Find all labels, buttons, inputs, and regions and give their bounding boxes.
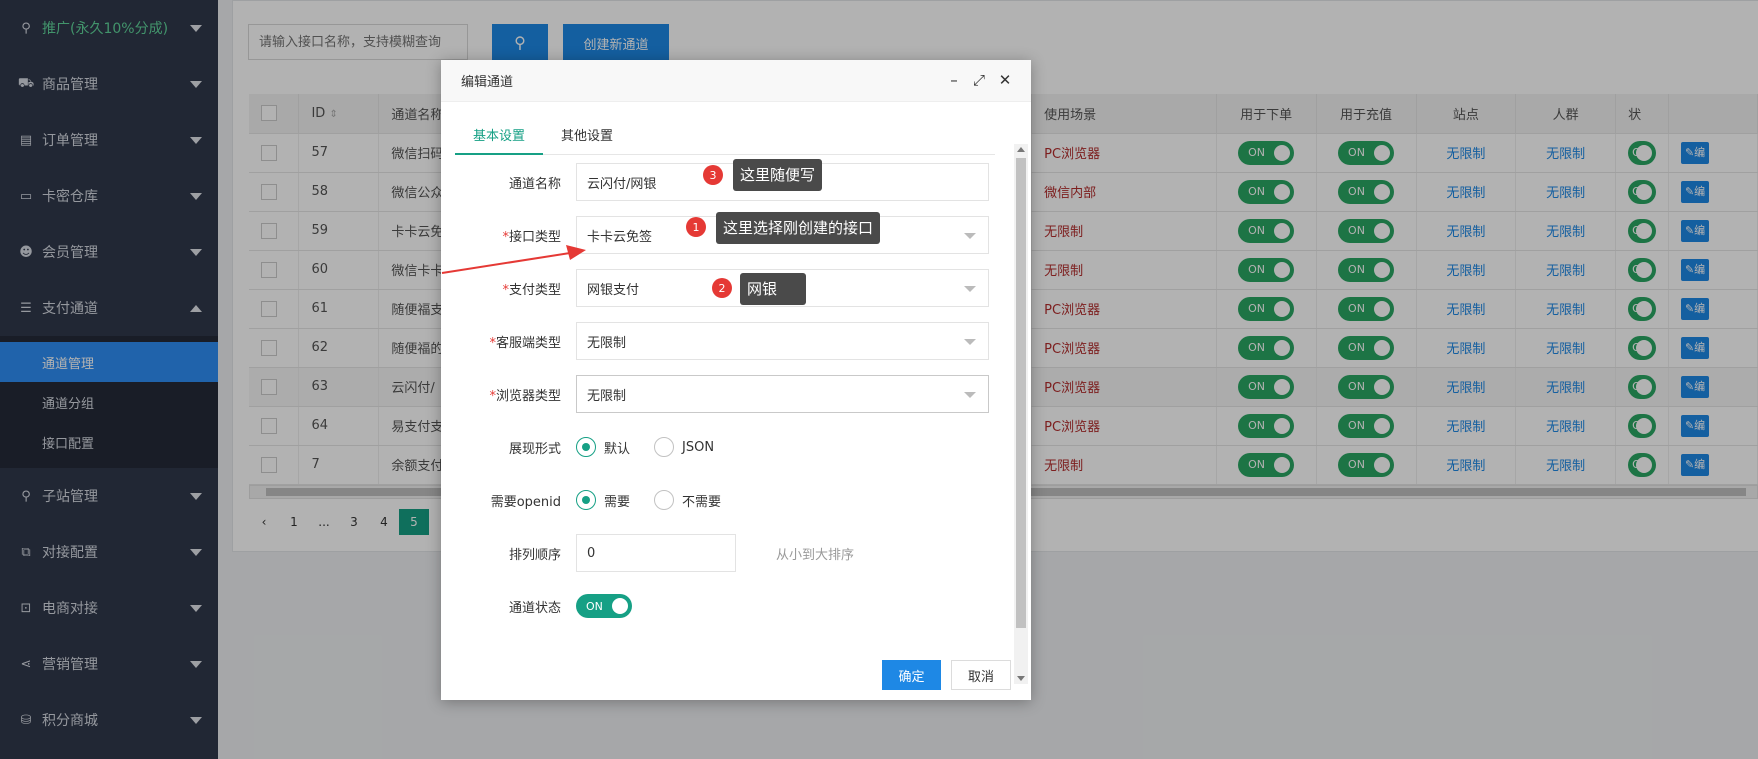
- chevron-down-icon: [964, 339, 976, 345]
- annotation-arrow: [441, 245, 586, 274]
- arrow-line: [441, 252, 571, 274]
- chevron-down-icon: [964, 233, 976, 239]
- form-row-browser-type: *浏览器类型 无限制: [441, 375, 1031, 413]
- maximize-icon[interactable]: ⤢: [971, 71, 987, 89]
- annotation-number-1: 1: [686, 217, 706, 237]
- field-label: 需要openid: [490, 494, 561, 510]
- browser-type-select[interactable]: 无限制: [576, 375, 989, 413]
- form-row-display: 展现形式 默认 JSON: [441, 428, 1031, 466]
- minimize-icon[interactable]: –: [946, 71, 962, 89]
- client-type-select[interactable]: 无限制: [576, 322, 989, 360]
- field-label: 排列顺序: [508, 547, 561, 563]
- sort-order-input[interactable]: 0: [576, 534, 736, 572]
- field-label: 展现形式: [508, 441, 561, 457]
- form-row-openid: 需要openid 需要 不需要: [441, 481, 1031, 519]
- annotation-tip-2: 网银: [740, 273, 806, 305]
- display-default-radio[interactable]: 默认: [576, 437, 630, 457]
- dialog-body: 基本设置 其他设置 通道名称 云闪付/网银 *接口类型 卡卡云免签 *支付类型 …: [441, 102, 1031, 700]
- scroll-down-icon[interactable]: [1017, 676, 1025, 681]
- annotation-number-3: 3: [703, 165, 723, 185]
- openid-no-need-radio[interactable]: 不需要: [654, 490, 721, 510]
- vertical-scrollbar[interactable]: [1014, 144, 1028, 684]
- form-row-status: 通道状态 ON: [441, 587, 1031, 625]
- dialog-title: 编辑通道: [461, 75, 514, 90]
- openid-need-radio[interactable]: 需要: [576, 490, 630, 510]
- field-label: *支付类型: [502, 282, 561, 298]
- scrollbar-thumb[interactable]: [1016, 158, 1026, 628]
- field-label: *浏览器类型: [489, 388, 561, 404]
- tab-other-settings[interactable]: 其他设置: [543, 124, 631, 155]
- display-json-radio[interactable]: JSON: [654, 437, 714, 457]
- dialog-header: 编辑通道 – ⤢ ✕: [441, 60, 1031, 102]
- field-label: *客服端类型: [489, 335, 561, 351]
- scroll-up-icon[interactable]: [1017, 147, 1025, 152]
- tab-basic-settings[interactable]: 基本设置: [455, 124, 544, 155]
- annotation-tip-1: 这里选择刚创建的接口: [716, 212, 881, 244]
- close-icon[interactable]: ✕: [997, 71, 1013, 89]
- confirm-button[interactable]: 确定: [882, 660, 941, 690]
- field-label: 通道名称: [508, 176, 561, 192]
- sort-order-hint: 从小到大排序: [776, 547, 855, 563]
- form-row-order: 排列顺序 0 从小到大排序: [441, 534, 1031, 572]
- channel-status-toggle[interactable]: ON: [576, 594, 632, 618]
- annotation-tip-3: 这里随便写: [733, 159, 823, 191]
- annotation-number-2: 2: [712, 278, 732, 298]
- edit-channel-dialog: 编辑通道 – ⤢ ✕ 基本设置 其他设置 通道名称 云闪付/网银 *接口类型 卡…: [441, 60, 1031, 700]
- form-row-client-type: *客服端类型 无限制: [441, 322, 1031, 360]
- chevron-down-icon: [964, 392, 976, 398]
- cancel-button[interactable]: 取消: [951, 660, 1011, 690]
- dialog-tabs: 基本设置 其他设置: [455, 124, 995, 155]
- field-label: *接口类型: [502, 229, 561, 245]
- arrow-head: [566, 245, 586, 260]
- chevron-down-icon: [964, 286, 976, 292]
- field-label: 通道状态: [508, 600, 561, 616]
